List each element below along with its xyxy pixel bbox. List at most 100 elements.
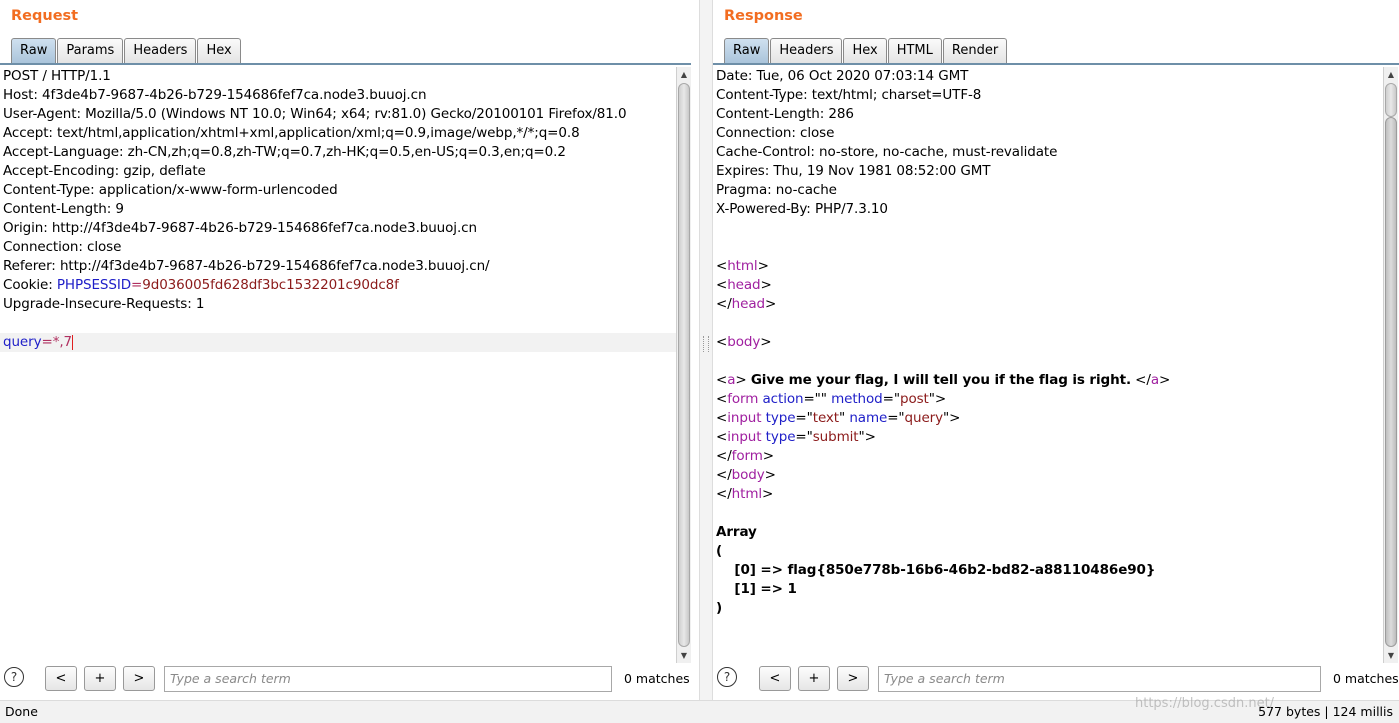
response-scroll-thumb[interactable]	[1385, 117, 1397, 647]
editor-text-segment: >	[757, 258, 769, 274]
editor-text-segment: type	[765, 410, 796, 426]
divider-grip-icon[interactable]	[703, 336, 709, 352]
request-search-matches: 0 matches	[624, 671, 690, 686]
editor-line: Cache-Control: no-store, no-cache, must-…	[713, 143, 1383, 162]
editor-text-segment: ="	[795, 410, 813, 426]
editor-text-segment: name	[849, 410, 888, 426]
editor-line: )	[713, 599, 1383, 618]
editor-text-segment: Accept-Language: zh-CN,zh;q=0.8,zh-TW;q=…	[3, 144, 566, 160]
editor-line: <body>	[713, 333, 1383, 352]
request-tab-headers[interactable]: Headers	[124, 38, 197, 63]
editor-text-segment: form	[731, 448, 763, 464]
editor-line: <input type="text" name="query">	[713, 409, 1383, 428]
response-tab-render[interactable]: Render	[942, 38, 1008, 63]
request-editor[interactable]: POST / HTTP/1.1 Host: 4f3de4b7-9687-4b26-…	[0, 67, 676, 663]
editor-line: <html>	[713, 257, 1383, 276]
editor-text-segment: <	[716, 277, 728, 293]
scroll-down-arrow-icon[interactable]: ▼	[1384, 648, 1398, 663]
editor-text-segment: ">	[858, 429, 876, 445]
request-search-prev-button[interactable]: <	[45, 666, 77, 691]
editor-text-segment: [1] => 1	[716, 581, 797, 597]
scroll-up-arrow-icon[interactable]: ▲	[1384, 67, 1398, 82]
pane-divider[interactable]	[699, 0, 713, 700]
editor-line: <a> Give me your flag, I will tell you i…	[713, 371, 1383, 390]
editor-text-segment: Accept: text/html,application/xhtml+xml,…	[3, 125, 580, 141]
editor-line: Accept: text/html,application/xhtml+xml,…	[0, 124, 676, 143]
response-scrollbar[interactable]: ▲ ▼	[1383, 67, 1398, 663]
editor-line: POST / HTTP/1.1	[0, 67, 676, 86]
request-tab-raw[interactable]: Raw	[11, 38, 57, 64]
editor-line: Array	[713, 523, 1383, 542]
response-editor[interactable]: Date: Tue, 06 Oct 2020 07:03:14 GMT Conte…	[713, 67, 1383, 663]
editor-text-segment: Connection: close	[716, 125, 835, 141]
request-title: Request	[11, 8, 79, 24]
editor-text-segment: query	[3, 334, 42, 350]
editor-text-segment: Cache-Control: no-store, no-cache, must-…	[716, 144, 1058, 160]
editor-line: Accept-Language: zh-CN,zh;q=0.8,zh-TW;q=…	[0, 143, 676, 162]
scroll-down-arrow-icon[interactable]: ▼	[677, 648, 691, 663]
response-search-prev-button[interactable]: <	[759, 666, 791, 691]
editor-text-segment: ="	[882, 391, 900, 407]
editor-text-segment: ">	[928, 391, 947, 407]
editor-text-segment: Host: 4f3de4b7-9687-4b26-b729-154686fef7…	[3, 87, 427, 103]
request-scrollbar[interactable]: ▲ ▼	[676, 67, 691, 663]
editor-line: User-Agent: Mozilla/5.0 (Windows NT 10.0…	[0, 105, 676, 124]
editor-line: query=*,7	[0, 333, 676, 352]
response-title: Response	[724, 8, 803, 24]
editor-text-segment: Connection: close	[3, 239, 122, 255]
editor-text-segment: User-Agent: Mozilla/5.0 (Windows NT 10.0…	[3, 106, 627, 122]
response-search-bar: ? < + > Type a search term 0 matches	[713, 664, 1399, 696]
editor-text-segment: action	[762, 391, 804, 407]
editor-text-segment: >	[764, 296, 777, 312]
editor-line: Host: 4f3de4b7-9687-4b26-b729-154686fef7…	[0, 86, 676, 105]
response-tab-headers[interactable]: Headers	[770, 38, 843, 63]
response-tab-html[interactable]: HTML	[887, 38, 942, 63]
editor-text-segment: <	[716, 391, 728, 407]
editor-text-segment: <	[716, 372, 728, 388]
response-search-add-button[interactable]: +	[798, 666, 830, 691]
editor-line: Accept-Encoding: gzip, deflate	[0, 162, 676, 181]
request-tab-hex[interactable]: Hex	[197, 38, 241, 63]
editor-text-segment: Array	[716, 524, 757, 540]
editor-line: <head>	[713, 276, 1383, 295]
scroll-up-arrow-icon[interactable]: ▲	[677, 67, 691, 82]
editor-line: Cookie: PHPSESSID=9d036005fd628df3bc1532…	[0, 276, 676, 295]
request-search-bar: ? < + > Type a search term 0 matches	[0, 664, 699, 696]
request-scroll-thumb[interactable]	[678, 83, 690, 647]
request-search-add-button[interactable]: +	[84, 666, 116, 691]
editor-text-segment: *,7	[52, 334, 73, 350]
editor-line: Upgrade-Insecure-Requests: 1	[0, 295, 676, 314]
editor-text-segment: >	[764, 467, 776, 483]
editor-text-segment: </	[1130, 372, 1151, 388]
editor-text-segment: >	[760, 277, 772, 293]
response-scroll-thumb-top[interactable]	[1385, 83, 1397, 117]
editor-text-segment: Origin: http://4f3de4b7-9687-4b26-b729-1…	[3, 220, 477, 236]
editor-text-segment: )	[716, 600, 723, 616]
response-search-input[interactable]: Type a search term	[878, 666, 1321, 692]
response-tab-hex[interactable]: Hex	[843, 38, 887, 63]
help-icon[interactable]: ?	[717, 667, 737, 687]
editor-text-segment: ="	[887, 410, 905, 426]
response-tab-raw[interactable]: Raw	[724, 38, 770, 64]
editor-text-segment: =	[41, 334, 53, 350]
editor-text-segment: >	[735, 372, 751, 388]
editor-text-segment: <	[716, 410, 728, 426]
editor-text-segment: form	[727, 391, 759, 407]
editor-text-segment: >	[1159, 372, 1171, 388]
editor-line: Content-Type: application/x-www-form-url…	[0, 181, 676, 200]
request-tab-params[interactable]: Params	[57, 38, 124, 63]
editor-text-segment: </	[716, 486, 732, 502]
request-search-next-button[interactable]: >	[123, 666, 155, 691]
editor-line: </body>	[713, 466, 1383, 485]
editor-text-segment: </	[716, 467, 732, 483]
editor-text-segment: Pragma: no-cache	[716, 182, 837, 198]
editor-text-segment: Content-Type: text/html; charset=UTF-8	[716, 87, 982, 103]
editor-line: Origin: http://4f3de4b7-9687-4b26-b729-1…	[0, 219, 676, 238]
editor-text-segment: submit	[812, 429, 859, 445]
editor-text-segment: [0] => flag{850e778b-16b6-46b2-bd82-a881…	[716, 562, 1156, 578]
response-search-next-button[interactable]: >	[837, 666, 869, 691]
request-search-input[interactable]: Type a search term	[164, 666, 612, 692]
help-icon[interactable]: ?	[4, 667, 24, 687]
editor-text-segment: ">	[943, 410, 961, 426]
